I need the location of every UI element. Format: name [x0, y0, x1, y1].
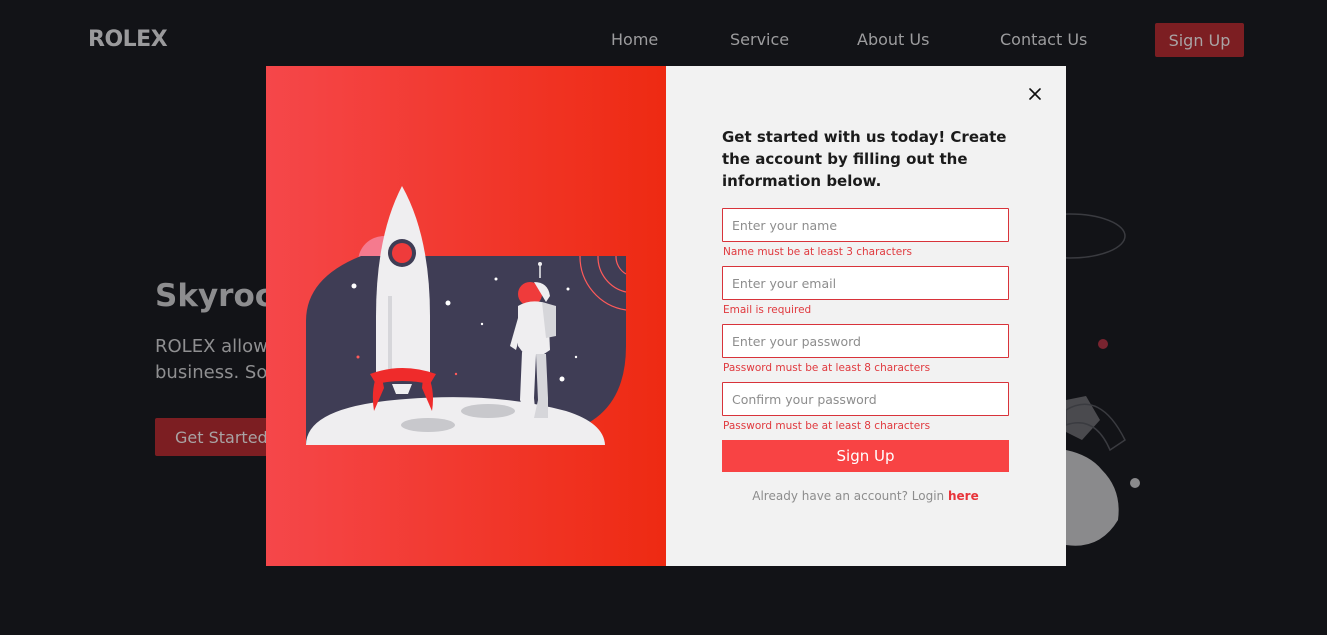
form-heading: Get started with us today! Create the ac… — [722, 128, 1007, 190]
brand-logo[interactable]: ROLEX — [88, 27, 168, 52]
signup-form-panel: Get started with us today! Create the ac… — [666, 66, 1066, 566]
nav-signup-button[interactable]: Sign Up — [1155, 23, 1244, 57]
rocket-astronaut-illustration — [306, 186, 627, 445]
email-input[interactable] — [722, 266, 1009, 300]
nav-link-home[interactable]: Home — [611, 30, 658, 49]
nav-link-service[interactable]: Service — [730, 30, 789, 49]
confirm-password-input[interactable] — [722, 382, 1009, 416]
name-error-message: Name must be at least 3 characters — [723, 246, 912, 258]
nav-link-contact[interactable]: Contact Us — [1000, 30, 1087, 49]
email-error-message: Email is required — [723, 304, 812, 316]
password-error-message: Password must be at least 8 characters — [723, 362, 931, 374]
password-input[interactable] — [722, 324, 1009, 358]
nav-link-about[interactable]: About Us — [857, 30, 929, 49]
confirm-password-error-message: Password must be at least 8 characters — [723, 420, 931, 432]
login-prompt: Already have an account? Login here — [722, 489, 1009, 503]
close-icon — [1029, 88, 1041, 100]
name-input[interactable] — [722, 208, 1009, 242]
signup-submit-button[interactable]: Sign Up — [722, 440, 1009, 472]
illustration-panel — [266, 66, 666, 566]
close-modal-button[interactable] — [1024, 83, 1046, 105]
hero-description-line-2: business. So — [155, 362, 268, 383]
hero-description-line-1: ROLEX allow — [155, 336, 268, 357]
signup-modal: Get started with us today! Create the ac… — [266, 66, 1066, 566]
login-prompt-text: Already have an account? Login — [752, 489, 945, 503]
login-link[interactable]: here — [948, 489, 979, 503]
